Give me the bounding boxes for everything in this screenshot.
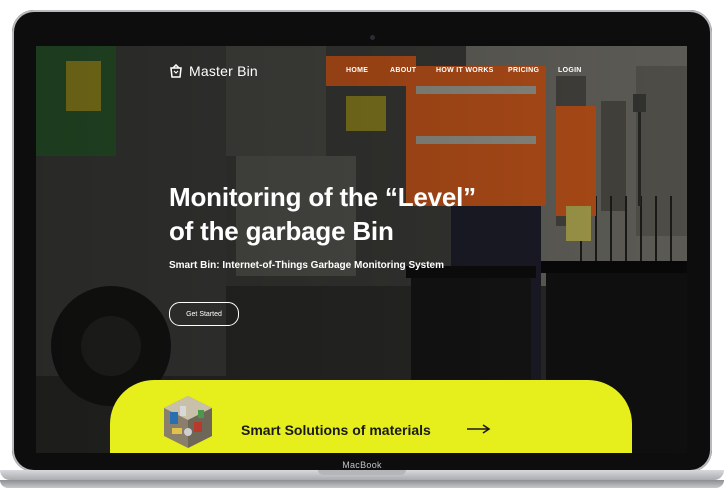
bin-icon [170, 64, 182, 78]
nav-about[interactable]: ABOUT [390, 67, 416, 74]
macbook-label: MacBook [342, 460, 382, 470]
brand-name: Master Bin [189, 63, 258, 79]
nav-pricing[interactable]: PRICING [508, 67, 539, 74]
top-navigation: Master Bin HOME ABOUT HOW IT WORKS PRICI… [36, 46, 687, 98]
promo-banner[interactable]: Smart Solutions of materials [110, 380, 632, 453]
arrow-right-icon[interactable] [467, 424, 491, 434]
hero-title-line-2: of the garbage Bin [169, 216, 394, 246]
laptop-base-lip [0, 480, 724, 488]
get-started-button[interactable]: Get Started [169, 302, 239, 326]
promo-text: Smart Solutions of materials [241, 422, 431, 438]
website-screen: Master Bin HOME ABOUT HOW IT WORKS PRICI… [36, 46, 687, 453]
hero-title: Monitoring of the “Level” of the garbage… [169, 180, 529, 248]
nav-home[interactable]: HOME [346, 67, 368, 74]
camera-icon [370, 35, 375, 40]
hero-subtitle: Smart Bin: Internet-of-Things Garbage Mo… [169, 260, 445, 271]
nav-login[interactable]: LOGIN [558, 67, 582, 74]
materials-cube-image [164, 396, 212, 448]
laptop-notch [318, 470, 406, 475]
laptop-base [0, 470, 724, 496]
hero-title-line-1: Monitoring of the “Level” [169, 182, 476, 212]
brand-logo[interactable]: Master Bin [169, 63, 258, 79]
nav-how-it-works[interactable]: HOW IT WORKS [436, 67, 494, 74]
